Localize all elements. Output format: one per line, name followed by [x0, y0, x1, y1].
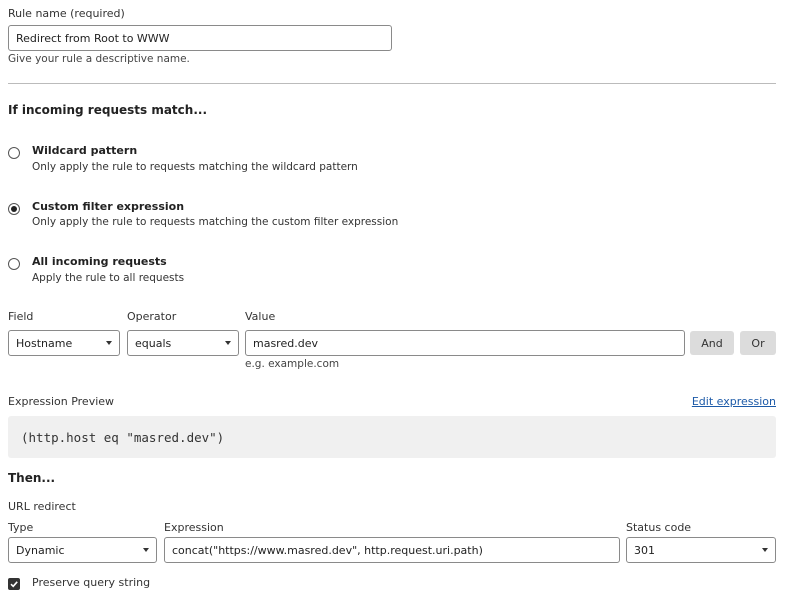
preserve-query-label[interactable]: Preserve query string [32, 576, 150, 589]
wildcard-radio[interactable] [8, 147, 20, 159]
status-code-select[interactable]: 301 [626, 537, 776, 563]
rule-name-help: Give your rule a descriptive name. [8, 53, 190, 65]
field-label: Field [8, 310, 34, 323]
wildcard-desc: Only apply the rule to requests matching… [32, 161, 358, 173]
redirect-expression-input[interactable]: concat("https://www.masred.dev", http.re… [164, 537, 620, 563]
url-redirect-label: URL redirect [8, 500, 76, 513]
value-input[interactable]: masred.dev [245, 330, 685, 356]
and-button[interactable]: And [690, 331, 734, 355]
edit-expression-link[interactable]: Edit expression [692, 395, 776, 408]
expression-label: Expression [164, 521, 224, 534]
type-label: Type [8, 521, 34, 534]
value-hint: e.g. example.com [245, 358, 340, 370]
field-select-value: Hostname [16, 336, 73, 350]
all-requests-desc: Apply the rule to all requests [32, 272, 185, 284]
match-section-title: If incoming requests match... [8, 103, 208, 117]
redirect-type-select[interactable]: Dynamic [8, 537, 157, 563]
expression-preview-box: (http.host eq "masred.dev") [8, 416, 776, 458]
custom-filter-desc: Only apply the rule to requests matching… [32, 216, 399, 228]
chevron-down-icon [225, 341, 231, 345]
operator-label: Operator [127, 310, 177, 323]
custom-filter-title[interactable]: Custom filter expression [32, 200, 184, 213]
custom-filter-radio[interactable] [8, 203, 20, 215]
or-button[interactable]: Or [740, 331, 776, 355]
all-requests-title[interactable]: All incoming requests [32, 255, 167, 268]
wildcard-title[interactable]: Wildcard pattern [32, 144, 137, 157]
chevron-down-icon [762, 548, 768, 552]
chevron-down-icon [143, 548, 149, 552]
status-code-value: 301 [634, 543, 655, 557]
divider [8, 83, 776, 84]
field-select[interactable]: Hostname [8, 330, 120, 356]
value-label: Value [245, 310, 276, 323]
expression-preview-label: Expression Preview [8, 395, 115, 408]
redirect-type-value: Dynamic [16, 543, 65, 557]
chevron-down-icon [106, 341, 112, 345]
status-code-label: Status code [626, 521, 692, 534]
all-requests-radio[interactable] [8, 258, 20, 270]
rule-name-input[interactable]: Redirect from Root to WWW [8, 25, 392, 51]
preserve-query-checkbox[interactable] [8, 578, 20, 590]
rule-name-label: Rule name (required) [8, 7, 125, 20]
operator-select[interactable]: equals [127, 330, 239, 356]
operator-select-value: equals [135, 336, 172, 350]
radio-selected-dot [11, 206, 17, 212]
check-icon [10, 581, 18, 588]
then-section-title: Then... [8, 471, 56, 485]
